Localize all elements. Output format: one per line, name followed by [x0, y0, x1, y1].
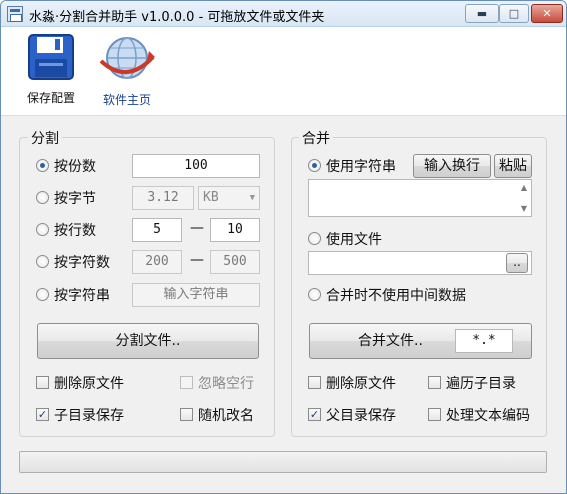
- no-temp-data-label[interactable]: 合并时不使用中间数据: [326, 285, 466, 305]
- use-file-radio[interactable]: [308, 232, 321, 245]
- split-by-chars-label[interactable]: 按字符数: [54, 252, 110, 272]
- split-file-button[interactable]: 分割文件..: [37, 323, 259, 359]
- close-button[interactable]: ✕: [531, 4, 563, 23]
- split-by-string-radio[interactable]: [36, 288, 49, 301]
- browse-file-button[interactable]: ..: [506, 253, 528, 273]
- process-encoding-checkbox[interactable]: [428, 408, 441, 421]
- chevron-down-icon: ▼: [249, 193, 255, 203]
- split-by-lines-radio[interactable]: [36, 223, 49, 236]
- main-window: 水淼·分割合并助手 v1.0.0.0 - 可拖放文件或文件夹 ▬ □ ✕ 保存配…: [0, 0, 567, 494]
- save-config-label: 保存配置: [26, 91, 75, 105]
- parts-count-input[interactable]: 100: [132, 154, 260, 178]
- scroll-down-icon[interactable]: ▼: [521, 204, 527, 213]
- homepage-button[interactable]: 软件主页: [87, 33, 167, 108]
- subdir-save-label[interactable]: 子目录保存: [54, 405, 124, 425]
- bytes-unit-value: KB: [203, 190, 219, 205]
- random-rename-label[interactable]: 随机改名: [198, 405, 254, 425]
- split-by-parts-radio[interactable]: [36, 159, 49, 172]
- window-title: 水淼·分割合并助手 v1.0.0.0 - 可拖放文件或文件夹: [29, 10, 325, 25]
- split-by-bytes-label[interactable]: 按字节: [54, 188, 96, 208]
- delete-original-split-checkbox[interactable]: [36, 376, 49, 389]
- chars-to-input[interactable]: 500: [210, 250, 260, 274]
- paste-button[interactable]: 粘贴: [494, 154, 532, 178]
- parent-dir-save-label[interactable]: 父目录保存: [326, 405, 396, 425]
- parent-dir-save-checkbox[interactable]: ✓: [308, 408, 321, 421]
- toolbar: 保存配置 软件主页: [1, 27, 566, 116]
- delete-original-merge-checkbox[interactable]: [308, 376, 321, 389]
- ignore-blank-lines-checkbox[interactable]: [180, 376, 193, 389]
- use-string-label[interactable]: 使用字符串: [326, 156, 396, 176]
- split-by-bytes-radio[interactable]: [36, 191, 49, 204]
- delete-original-split-label[interactable]: 删除原文件: [54, 373, 124, 393]
- merge-string-textarea[interactable]: ▲ ▼: [308, 179, 532, 217]
- merge-group-title: 合并: [299, 128, 333, 148]
- process-encoding-label[interactable]: 处理文本编码: [446, 405, 530, 425]
- lines-to-input[interactable]: 10: [210, 218, 260, 242]
- app-icon: [7, 6, 23, 22]
- scroll-up-icon[interactable]: ▲: [521, 183, 527, 192]
- bytes-unit-select[interactable]: KB ▼: [198, 186, 260, 210]
- save-config-button[interactable]: 保存配置: [11, 33, 91, 106]
- globe-icon: [99, 37, 155, 79]
- progress-bar: [19, 451, 547, 473]
- title-bar: 水淼·分割合并助手 v1.0.0.0 - 可拖放文件或文件夹 ▬ □ ✕: [1, 1, 566, 27]
- floppy-disk-icon: [28, 34, 74, 80]
- use-string-radio[interactable]: [308, 159, 321, 172]
- bytes-size-input[interactable]: 3.12: [132, 186, 194, 210]
- split-string-input[interactable]: 输入字符串: [132, 283, 260, 307]
- traverse-subdirs-label[interactable]: 遍历子目录: [446, 373, 516, 393]
- input-newline-button[interactable]: 输入换行: [413, 154, 491, 178]
- merge-file-button[interactable]: 合并文件.. *.*: [309, 323, 532, 359]
- merge-file-input[interactable]: ..: [308, 251, 532, 275]
- split-by-parts-label[interactable]: 按份数: [54, 156, 96, 176]
- subdir-save-checkbox[interactable]: ✓: [36, 408, 49, 421]
- lines-range-dash: —: [190, 220, 204, 236]
- no-temp-data-radio[interactable]: [308, 288, 321, 301]
- delete-original-merge-label[interactable]: 删除原文件: [326, 373, 396, 393]
- split-by-chars-radio[interactable]: [36, 255, 49, 268]
- ignore-blank-lines-label[interactable]: 忽略空行: [198, 373, 254, 393]
- use-file-label[interactable]: 使用文件: [326, 229, 382, 249]
- random-rename-checkbox[interactable]: [180, 408, 193, 421]
- lines-from-input[interactable]: 5: [132, 218, 182, 242]
- merge-pattern-input[interactable]: *.*: [455, 329, 513, 353]
- minimize-button[interactable]: ▬: [465, 4, 499, 23]
- homepage-label: 软件主页: [102, 93, 151, 107]
- merge-file-button-label: 合并文件..: [358, 333, 423, 349]
- split-by-lines-label[interactable]: 按行数: [54, 220, 96, 240]
- chars-from-input[interactable]: 200: [132, 250, 182, 274]
- split-group-title: 分割: [28, 128, 62, 148]
- chars-range-dash: —: [190, 252, 204, 268]
- split-by-string-label[interactable]: 按字符串: [54, 285, 110, 305]
- maximize-button[interactable]: □: [499, 4, 529, 23]
- traverse-subdirs-checkbox[interactable]: [428, 376, 441, 389]
